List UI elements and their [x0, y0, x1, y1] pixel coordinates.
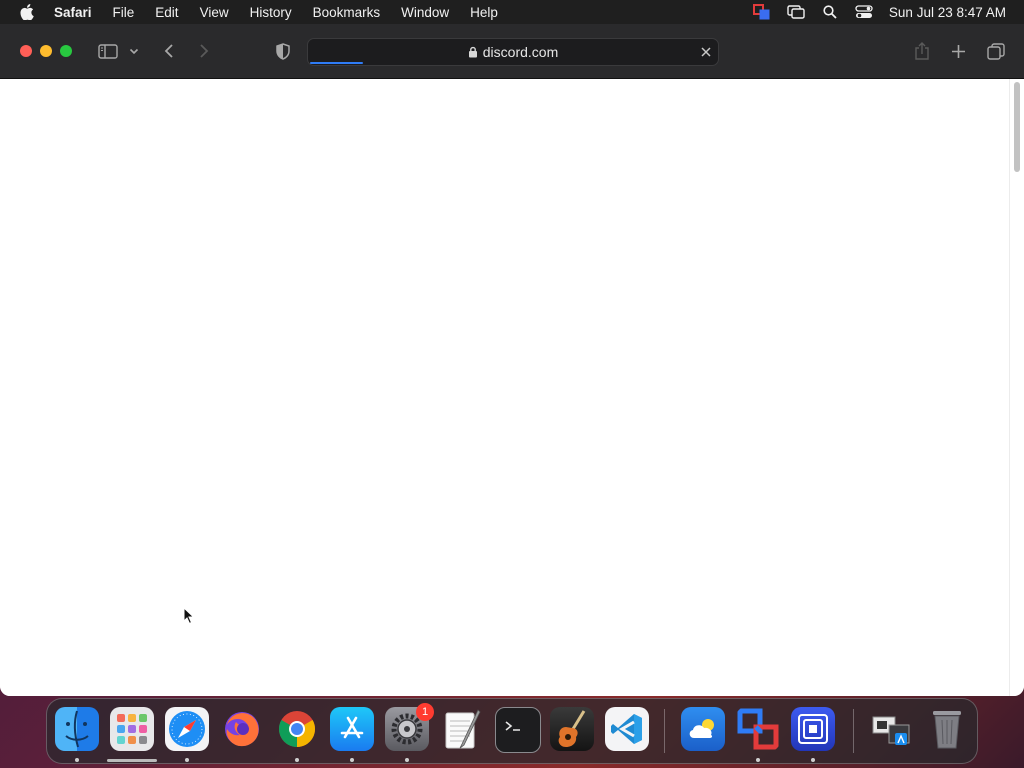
dock-weather-icon[interactable] [681, 707, 725, 751]
menu-app-name[interactable]: Safari [54, 5, 92, 20]
scrollbar-track[interactable] [1009, 79, 1024, 696]
mouse-cursor-icon [183, 607, 195, 625]
dock-trash-icon[interactable] [925, 707, 969, 751]
stop-loading-icon[interactable] [698, 44, 714, 60]
back-icon[interactable] [157, 39, 181, 63]
web-content-area[interactable] [0, 79, 1024, 696]
dock-downloads-stack-icon[interactable] [869, 707, 913, 751]
control-center-icon[interactable] [855, 4, 873, 20]
dock-screens-icon[interactable] [791, 707, 835, 751]
address-bar-url: discord.com [482, 44, 559, 60]
dock-separator [664, 709, 665, 753]
menu-history[interactable]: History [250, 5, 292, 20]
dock-running-indicator [405, 758, 409, 762]
menu-view[interactable]: View [200, 5, 229, 20]
dock-vscode-icon[interactable] [605, 707, 649, 751]
lock-icon [468, 46, 478, 58]
share-icon[interactable] [910, 39, 934, 63]
dock-running-indicator [75, 758, 79, 762]
dock-firefox-icon[interactable] [220, 707, 264, 751]
menu-file[interactable]: File [113, 5, 135, 20]
chevron-down-icon[interactable] [124, 39, 144, 63]
dock-separator [853, 709, 854, 753]
dock-app-store-icon[interactable] [330, 707, 374, 751]
menu-window[interactable]: Window [401, 5, 449, 20]
sidebar-toggle-icon[interactable] [96, 39, 120, 63]
dock-parallels-icon[interactable] [736, 707, 780, 751]
menu-bookmarks[interactable]: Bookmarks [313, 5, 381, 20]
screen-mirroring-icon[interactable] [787, 4, 805, 20]
dock-running-indicator [295, 758, 299, 762]
dock-safari-icon[interactable] [165, 707, 209, 751]
window-close-button[interactable] [20, 45, 32, 57]
menubar-clock[interactable]: Sun Jul 23 8:47 AM [889, 5, 1006, 20]
window-zoom-button[interactable] [60, 45, 72, 57]
spotlight-search-icon[interactable] [821, 4, 839, 20]
dock-launchpad-icon[interactable] [110, 707, 154, 751]
apple-menu-icon[interactable] [18, 3, 36, 21]
page-load-progress [310, 62, 363, 64]
privacy-shield-icon[interactable] [271, 39, 295, 63]
dock-running-indicator [185, 758, 189, 762]
dock-launch-progress [107, 759, 157, 762]
safari-toolbar: discord.com [0, 24, 1024, 79]
window-minimize-button[interactable] [40, 45, 52, 57]
address-bar[interactable]: discord.com [307, 38, 719, 66]
menu-edit[interactable]: Edit [155, 5, 178, 20]
safari-window: discord.com [0, 24, 1024, 696]
new-tab-icon[interactable] [946, 39, 970, 63]
menu-help[interactable]: Help [470, 5, 498, 20]
forward-icon[interactable] [192, 39, 216, 63]
dock-terminal-icon[interactable] [495, 707, 541, 753]
dock-running-indicator [811, 758, 815, 762]
notification-badge: 1 [416, 703, 434, 721]
dock-running-indicator [350, 758, 354, 762]
dock-finder-icon[interactable] [55, 707, 99, 751]
dock-garageband-icon[interactable] [550, 707, 594, 751]
menu-bar: Safari File Edit View History Bookmarks … [0, 0, 1024, 24]
dock-textedit-icon[interactable] [440, 707, 484, 751]
dock: 1 [46, 698, 978, 764]
dock-chrome-icon[interactable] [275, 707, 319, 751]
scrollbar-thumb[interactable] [1014, 82, 1020, 172]
dock-running-indicator [756, 758, 760, 762]
parallels-status-icon[interactable] [752, 4, 771, 20]
tab-overview-icon[interactable] [984, 39, 1008, 63]
